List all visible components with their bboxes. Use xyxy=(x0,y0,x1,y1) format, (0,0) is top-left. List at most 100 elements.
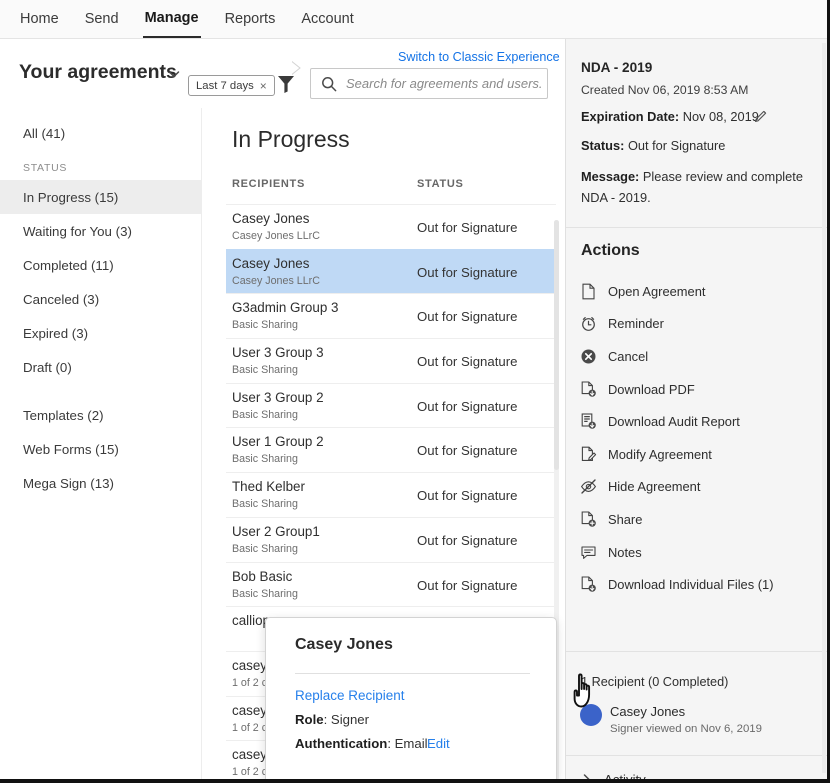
row-recipient-sub: Casey Jones LLrC xyxy=(232,230,320,242)
chevron-right-icon xyxy=(581,773,593,780)
document-icon xyxy=(580,283,597,300)
search-input[interactable] xyxy=(346,76,541,91)
sidebar-item-completed[interactable]: Completed (11) xyxy=(0,248,201,282)
sidebar-item-web-forms[interactable]: Web Forms (15) xyxy=(0,432,201,466)
page-title: Your agreements xyxy=(19,61,177,84)
status-sidebar: All (41) STATUS In Progress (15) Waiting… xyxy=(0,108,202,779)
row-recipient-sub: Basic Sharing xyxy=(232,453,298,465)
row-recipient-sub: Basic Sharing xyxy=(232,319,298,331)
document-edit-icon xyxy=(580,446,597,463)
detail-message-label: Message: xyxy=(581,169,639,184)
eye-slash-icon xyxy=(580,478,597,495)
nav-item-manage[interactable]: Manage xyxy=(143,1,201,38)
row-status: Out for Signature xyxy=(417,488,517,503)
popup-auth-value: : Email xyxy=(387,736,427,751)
list-scrollbar-thumb[interactable] xyxy=(554,220,559,470)
action-modify-agreement[interactable]: Modify Agreement xyxy=(566,438,827,471)
row-recipient-name: User 3 Group 2 xyxy=(232,390,324,405)
table-row[interactable]: User 2 Group1Basic SharingOut for Signat… xyxy=(226,517,556,562)
row-status: Out for Signature xyxy=(417,399,517,414)
table-row[interactable]: Thed Kelber Basic Sharing Out for Signatur… xyxy=(226,472,556,517)
filter-icon[interactable] xyxy=(277,74,295,94)
action-label: Modify Agreement xyxy=(608,447,712,462)
actions-title: Actions xyxy=(581,242,640,260)
table-row[interactable]: User 1 Group 2Basic SharingOut for Signa… xyxy=(226,427,556,472)
action-reminder[interactable]: Reminder xyxy=(566,308,827,341)
detail-status-row: Status: Out for Signature xyxy=(581,138,725,153)
detail-expiration-row: Expiration Date: Nov 08, 2019 xyxy=(581,109,759,124)
table-row[interactable]: Casey JonesCasey Jones LLrCOut for Signa… xyxy=(226,204,556,249)
action-label: Reminder xyxy=(608,316,664,331)
edit-authentication-link[interactable]: Edit xyxy=(427,736,450,751)
activity-expander[interactable]: Activity xyxy=(581,772,646,779)
row-recipient-sub: Basic Sharing xyxy=(232,498,298,510)
sidebar-item-all[interactable]: All (41) xyxy=(0,116,201,150)
action-label: Download Individual Files (1) xyxy=(608,577,774,592)
sidebar-item-in-progress[interactable]: In Progress (15) xyxy=(0,180,201,214)
sidebar-item-waiting-for-you[interactable]: Waiting for You (3) xyxy=(0,214,201,248)
clear-date-filter-icon[interactable]: × xyxy=(260,79,267,93)
table-row[interactable]: Bob BasicBasic SharingOut for Signature xyxy=(226,562,556,607)
popup-role-row: Role: Signer xyxy=(295,712,369,727)
popup-recipient-name: Casey Jones xyxy=(295,636,393,654)
action-notes[interactable]: Notes xyxy=(566,536,827,569)
search-icon xyxy=(321,76,337,92)
row-recipient-name: casey xyxy=(232,658,267,673)
actions-list: Open Agreement Reminder Cancel Download PDF… xyxy=(566,275,827,601)
sidebar-item-templates[interactable]: Templates (2) xyxy=(0,398,201,432)
action-label: Open Agreement xyxy=(608,284,705,299)
nav-item-account[interactable]: Account xyxy=(299,2,355,37)
sign-manage-window: Home Send Manage Reports Account Switch to C… xyxy=(0,0,830,783)
action-open-agreement[interactable]: Open Agreement xyxy=(566,275,827,308)
chevron-down-icon[interactable] xyxy=(167,67,181,81)
detail-status-value: Out for Signature xyxy=(628,138,725,153)
replace-recipient-link[interactable]: Replace Recipient xyxy=(295,688,405,703)
detail-panel-scrollbar[interactable] xyxy=(822,43,826,773)
action-hide-agreement[interactable]: Hide Agreement xyxy=(566,471,827,504)
nav-item-send[interactable]: Send xyxy=(83,2,121,37)
sidebar-item-draft[interactable]: Draft (0) xyxy=(0,350,201,384)
popup-auth-label: Authentication xyxy=(295,736,387,751)
row-recipient-sub: Basic Sharing xyxy=(232,409,298,421)
column-header-recipients: RECIPIENTS xyxy=(232,178,305,190)
sidebar-divider-gap xyxy=(0,384,201,398)
row-recipient-name: Bob Basic xyxy=(232,569,292,584)
table-row[interactable]: G3admin Group 3Basic SharingOut for Sign… xyxy=(226,293,556,338)
recipient-count: 1 Recipient (0 Completed) xyxy=(581,675,728,689)
row-recipient-name: User 2 Group1 xyxy=(232,524,320,539)
row-status: Out for Signature xyxy=(417,443,517,458)
document-share-icon xyxy=(580,511,597,528)
action-download-audit-report[interactable]: Download Audit Report xyxy=(566,405,827,438)
nav-item-reports[interactable]: Reports xyxy=(223,2,278,37)
sidebar-item-expired[interactable]: Expired (3) xyxy=(0,316,201,350)
action-label: Download PDF xyxy=(608,382,695,397)
action-label: Notes xyxy=(608,545,642,560)
switch-to-classic-link[interactable]: Switch to Classic Experience xyxy=(398,50,560,64)
sidebar-item-mega-sign[interactable]: Mega Sign (13) xyxy=(0,466,201,500)
row-status: Out for Signature xyxy=(417,578,517,593)
action-download-pdf[interactable]: Download PDF xyxy=(566,373,827,406)
top-navigation: Home Send Manage Reports Account xyxy=(0,0,830,39)
document-download-icon xyxy=(580,576,597,593)
action-label: Share xyxy=(608,512,642,527)
avatar xyxy=(580,704,602,726)
nav-item-home[interactable]: Home xyxy=(18,2,61,37)
action-cancel[interactable]: Cancel xyxy=(566,340,827,373)
table-row[interactable]: User 3 Group 2 Basic Sharing Out for Signa… xyxy=(226,383,556,428)
row-recipient-name: User 3 Group 3 xyxy=(232,345,324,360)
action-download-individual-files-1[interactable]: Download Individual Files (1) xyxy=(566,568,827,601)
row-recipient-name: Thed Kelber xyxy=(232,479,305,494)
sidebar-item-canceled[interactable]: Canceled (3) xyxy=(0,282,201,316)
popup-role-value: : Signer xyxy=(324,712,369,727)
row-status: Out for Signature xyxy=(417,309,517,324)
date-range-filter-chip[interactable]: Last 7 days × xyxy=(188,75,275,96)
action-share[interactable]: Share xyxy=(566,503,827,536)
edit-pencil-icon[interactable] xyxy=(754,109,768,123)
date-range-label: Last 7 days xyxy=(196,80,254,92)
detail-divider-1 xyxy=(566,227,827,228)
row-recipient-name: casey xyxy=(232,703,267,718)
table-row[interactable]: Casey JonesCasey Jones LLrCOut for Signa… xyxy=(226,249,556,294)
table-row[interactable]: User 3 Group 3Basic SharingOut for Signa… xyxy=(226,338,556,383)
search-box[interactable] xyxy=(310,68,548,99)
list-title: In Progress xyxy=(232,126,350,153)
